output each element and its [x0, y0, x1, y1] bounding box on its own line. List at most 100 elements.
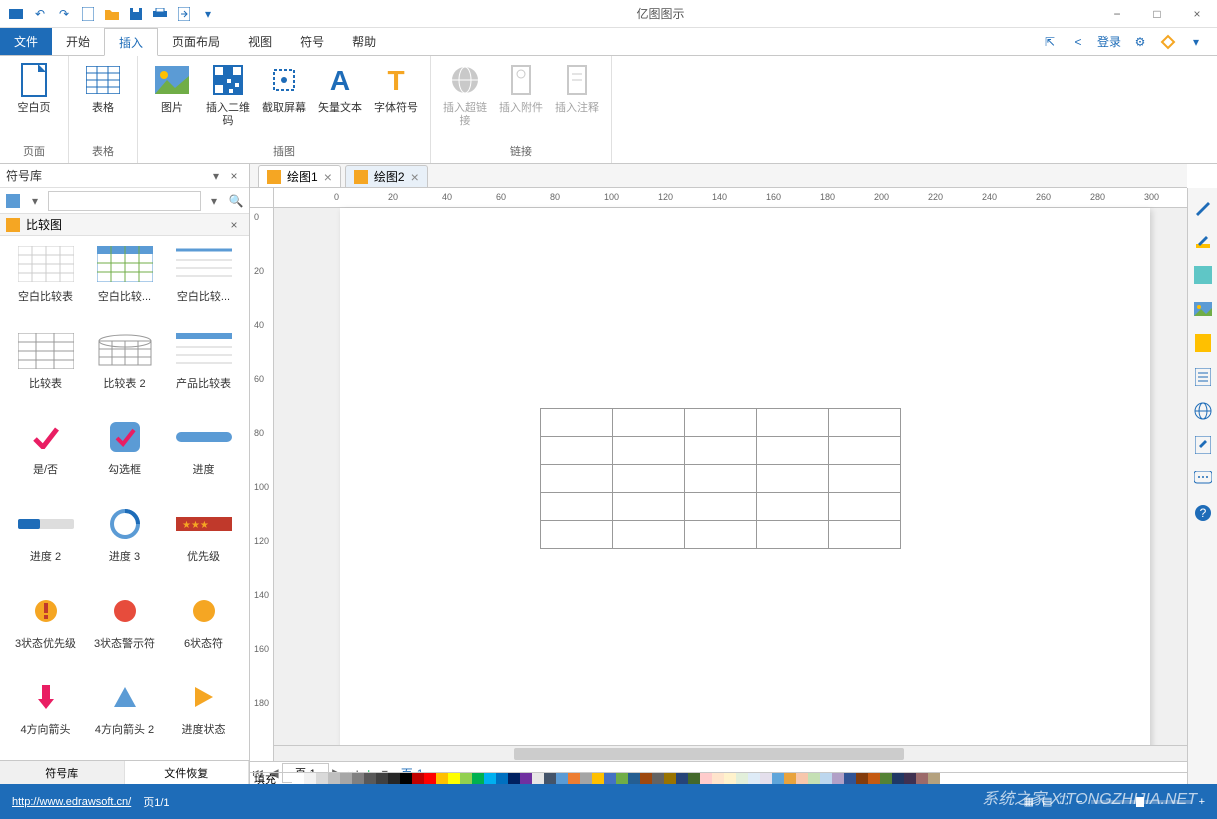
- close-button[interactable]: ×: [1177, 0, 1217, 28]
- color-swatch[interactable]: [520, 773, 532, 785]
- qrcode-button[interactable]: 插入二维码: [202, 60, 254, 141]
- color-swatch[interactable]: [508, 773, 520, 785]
- save-icon[interactable]: [126, 4, 146, 24]
- color-swatch[interactable]: [316, 773, 328, 785]
- maximize-button[interactable]: □: [1137, 0, 1177, 28]
- color-swatch[interactable]: [340, 773, 352, 785]
- color-swatch[interactable]: [664, 773, 676, 785]
- color-swatch[interactable]: [604, 773, 616, 785]
- color-swatch[interactable]: [412, 773, 424, 785]
- color-swatch[interactable]: [304, 773, 316, 785]
- horizontal-scrollbar[interactable]: [274, 745, 1187, 761]
- color-swatch[interactable]: [496, 773, 508, 785]
- menu-file[interactable]: 文件: [0, 28, 52, 55]
- search-icon[interactable]: 🔍: [227, 192, 245, 210]
- color-swatch[interactable]: [808, 773, 820, 785]
- color-swatch[interactable]: [448, 773, 460, 785]
- canvas-page[interactable]: [340, 208, 1150, 761]
- table-button[interactable]: 表格: [77, 60, 129, 141]
- font-symbol-button[interactable]: T字体符号: [370, 60, 422, 141]
- view-mode-read-icon[interactable]: ▤: [1042, 795, 1052, 808]
- color-swatch[interactable]: [352, 773, 364, 785]
- color-swatch[interactable]: [892, 773, 904, 785]
- color-swatch[interactable]: [760, 773, 772, 785]
- tab-symbol-library[interactable]: 符号库: [0, 761, 125, 784]
- menu-start[interactable]: 开始: [52, 28, 104, 55]
- color-swatch[interactable]: [544, 773, 556, 785]
- notes-tool-icon[interactable]: [1192, 332, 1214, 354]
- color-swatch[interactable]: [568, 773, 580, 785]
- logo-icon[interactable]: [1159, 33, 1177, 51]
- panel-close-icon[interactable]: ×: [225, 167, 243, 185]
- color-swatch[interactable]: [820, 773, 832, 785]
- image-tool-icon[interactable]: [1192, 298, 1214, 320]
- search-dropdown-icon[interactable]: ▾: [205, 192, 223, 210]
- menu-view[interactable]: 视图: [234, 28, 286, 55]
- document-tab[interactable]: 绘图1×: [258, 165, 341, 187]
- shape-item[interactable]: 进度状态: [166, 677, 241, 752]
- shape-item[interactable]: 3状态警示符: [87, 591, 162, 666]
- color-swatch[interactable]: [676, 773, 688, 785]
- color-swatch[interactable]: [688, 773, 700, 785]
- category-close-icon[interactable]: ×: [225, 216, 243, 234]
- document-tab[interactable]: 绘图2×: [345, 165, 428, 187]
- color-swatch[interactable]: [616, 773, 628, 785]
- picture-button[interactable]: 图片: [146, 60, 198, 141]
- color-swatch[interactable]: [832, 773, 844, 785]
- color-swatch[interactable]: [904, 773, 916, 785]
- shape-item[interactable]: 比较表: [8, 331, 83, 406]
- status-url[interactable]: http://www.edrawsoft.cn/: [12, 796, 131, 808]
- color-swatch[interactable]: [856, 773, 868, 785]
- shape-item[interactable]: ★★★优先级: [166, 504, 241, 579]
- color-swatch[interactable]: [580, 773, 592, 785]
- shape-item[interactable]: 是/否: [8, 417, 83, 492]
- shape-item[interactable]: 3状态优先级: [8, 591, 83, 666]
- shape-item[interactable]: 进度 3: [87, 504, 162, 579]
- help-tool-icon[interactable]: ?: [1192, 502, 1214, 524]
- color-swatch[interactable]: [844, 773, 856, 785]
- color-swatch[interactable]: [748, 773, 760, 785]
- screenshot-button[interactable]: 截取屏幕: [258, 60, 310, 141]
- fill-color-icon[interactable]: [1192, 264, 1214, 286]
- view-mode-full-icon[interactable]: ⛶: [1060, 795, 1068, 808]
- color-swatch[interactable]: [928, 773, 940, 785]
- zoom-in-icon[interactable]: +: [1199, 796, 1205, 808]
- open-icon[interactable]: [102, 4, 122, 24]
- undo-icon[interactable]: ↶: [30, 4, 50, 24]
- color-swatch[interactable]: [772, 773, 784, 785]
- color-swatch[interactable]: [880, 773, 892, 785]
- color-swatch[interactable]: [532, 773, 544, 785]
- color-swatch[interactable]: [640, 773, 652, 785]
- list-tool-icon[interactable]: [1192, 366, 1214, 388]
- qat-dropdown-icon[interactable]: ▾: [198, 4, 218, 24]
- blank-page-button[interactable]: 空白页: [8, 60, 60, 141]
- color-swatch[interactable]: [388, 773, 400, 785]
- gear-icon[interactable]: ⚙: [1131, 33, 1149, 51]
- color-swatch[interactable]: [472, 773, 484, 785]
- shape-item[interactable]: 产品比较表: [166, 331, 241, 406]
- doctab-close-icon[interactable]: ×: [324, 169, 332, 185]
- vector-text-button[interactable]: A矢量文本: [314, 60, 366, 141]
- shape-item[interactable]: 空白比较...: [87, 244, 162, 319]
- new-icon[interactable]: [78, 4, 98, 24]
- menu-symbol[interactable]: 符号: [286, 28, 338, 55]
- menu-pagelayout[interactable]: 页面布局: [158, 28, 234, 55]
- color-swatch[interactable]: [652, 773, 664, 785]
- shape-item[interactable]: 进度: [166, 417, 241, 492]
- shape-item[interactable]: 空白比较...: [166, 244, 241, 319]
- symbol-search-input[interactable]: [48, 191, 201, 211]
- shape-item[interactable]: 进度 2: [8, 504, 83, 579]
- panel-menu-icon[interactable]: ▾: [207, 167, 225, 185]
- color-swatch[interactable]: [592, 773, 604, 785]
- color-swatch[interactable]: [736, 773, 748, 785]
- export-icon[interactable]: [174, 4, 194, 24]
- globe-tool-icon[interactable]: [1192, 400, 1214, 422]
- color-swatch[interactable]: [784, 773, 796, 785]
- color-swatch[interactable]: [376, 773, 388, 785]
- doctab-close-icon[interactable]: ×: [411, 169, 419, 185]
- inserted-table[interactable]: [540, 408, 901, 549]
- color-swatch[interactable]: [292, 773, 304, 785]
- library-dropdown-icon[interactable]: ▾: [26, 192, 44, 210]
- color-swatch[interactable]: [436, 773, 448, 785]
- collapse-ribbon-icon[interactable]: ▾: [1187, 33, 1205, 51]
